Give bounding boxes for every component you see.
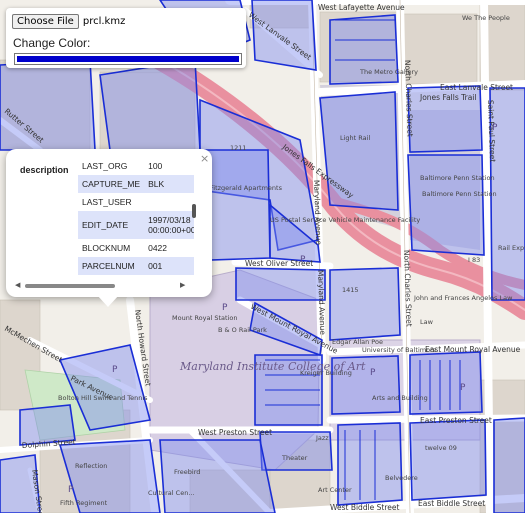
attribute-row: BLOCKNUM 0422 (78, 239, 194, 257)
label-arts-building: Arts and Building (372, 394, 428, 402)
label-we-the-people: We The People (462, 14, 510, 22)
label-east-biddle: East Biddle Street (418, 499, 485, 508)
horizontal-scrollbar[interactable]: ◀ ▶ (15, 281, 187, 291)
close-icon[interactable]: × (200, 152, 209, 165)
scroll-right-icon[interactable]: ▶ (180, 281, 185, 289)
change-color-label: Change Color: (13, 36, 91, 50)
attribute-key: LAST_USER (82, 197, 132, 207)
label-john-francis: John and Frances Angelos Law (413, 294, 513, 302)
attribute-row: LAST_USER (78, 193, 194, 211)
label-mount-royal-station: Mount Royal Station (172, 314, 237, 322)
label-theater: Theater (281, 454, 308, 462)
popup-tip (97, 295, 119, 307)
label-parcel-1211: 1211 (230, 144, 247, 152)
file-input-row: Choose File prcl.kmz (12, 14, 125, 29)
label-west-preston: West Preston Street (198, 428, 272, 437)
attribute-value (144, 193, 194, 211)
label-cultural-center: Cultural Cen... (148, 489, 195, 497)
choose-file-button[interactable]: Choose File (12, 14, 79, 29)
parking-icon: P (300, 255, 306, 265)
label-belvedere: Belvedere (385, 474, 418, 482)
attribute-key: LAST_ORG (82, 161, 128, 171)
label-kreiger: Kreiger Building (300, 369, 352, 377)
attribute-value: 0422 (148, 243, 168, 253)
attribute-value: 1997/03/18 00:00:00+00 (144, 211, 194, 239)
attribute-value: BLK (144, 175, 194, 193)
label-art-center: Art Center (318, 486, 352, 494)
label-edgar-allan-poe: Edgar Allan Poe (332, 338, 383, 346)
label-fifth-regiment: Fifth Regiment (60, 499, 108, 507)
attribute-value: 100 (148, 161, 163, 171)
label-jazz: Jazz (315, 434, 329, 442)
file-name-label: prcl.kmz (82, 16, 126, 27)
label-east-preston: East Preston Street (420, 416, 492, 425)
label-west-lafayette: West Lafayette Avenue (318, 3, 405, 12)
scroll-left-icon[interactable]: ◀ (15, 281, 20, 289)
label-east-mount-royal: East Mount Royal Avenue (425, 345, 521, 354)
label-b-o-rail: B & O Rail Park (218, 326, 267, 334)
attribute-key: CAPTURE_ME (78, 175, 145, 193)
label-i83: I 83 (468, 256, 480, 264)
file-control-panel: Choose File prcl.kmz Change Color: (6, 8, 246, 68)
label-bolton-hill: Bolton Hill Swim and Tennis (58, 394, 148, 402)
parking-icon: P (370, 368, 376, 378)
attribute-row: CAPTURE_ME BLK (78, 175, 194, 193)
label-freebird: Freebird (174, 468, 200, 476)
popup-content[interactable]: description LAST_ORG 100 CAPTURE_ME BLK LAST… (14, 157, 194, 281)
label-west-biddle: West Biddle Street (330, 503, 400, 512)
label-univ-baltimore: University of Baltimore (362, 346, 437, 354)
parking-icon: P (222, 303, 228, 313)
attribute-row: LAST_ORG 100 (78, 157, 194, 175)
label-metro-gallery: The Metro Gallery (359, 68, 418, 76)
label-parcel-1415: 1415 (342, 286, 359, 294)
label-fitzgerald: Fitzgerald Apartments (210, 184, 283, 192)
label-twelve-09: twelve 09 (425, 444, 457, 452)
attribute-value: 001 (144, 257, 194, 275)
attribute-row: EDIT_DATE 1997/03/18 00:00:00+00 (78, 211, 194, 239)
horizontal-scrollbar-thumb[interactable] (25, 284, 115, 288)
label-law: Law (420, 318, 434, 326)
label-penn-station-2: Baltimore Penn Station (422, 190, 497, 198)
label-reflection: Reflection (75, 462, 107, 470)
label-light-rail: Light Rail (340, 134, 370, 142)
attribute-row: PARCELNUM 001 (78, 257, 194, 275)
attribute-key: PARCELNUM (78, 257, 145, 275)
vertical-scrollbar-thumb[interactable] (192, 204, 196, 218)
label-us-postal: US Postal Service Vehicle Maintenance Fa… (270, 216, 420, 224)
label-rail-expy: Rail Expy Lo (498, 244, 525, 252)
color-swatch (17, 56, 239, 62)
label-east-lanvale: East Lanvale Street (440, 83, 513, 92)
description-label: description (20, 165, 69, 175)
attribute-key: EDIT_DATE (78, 211, 145, 239)
label-penn-station: Baltimore Penn Station (420, 174, 495, 182)
label-jones-falls-trail: Jones Falls Trail (419, 93, 476, 102)
attribute-key: BLOCKNUM (82, 243, 131, 253)
attribute-table: LAST_ORG 100 CAPTURE_ME BLK LAST_USER EDIT_DA… (78, 157, 194, 281)
parking-icon: P (492, 123, 498, 133)
parking-icon: P (68, 485, 74, 495)
color-picker[interactable] (14, 53, 242, 65)
parking-icon: P (460, 383, 466, 393)
parking-icon: P (112, 365, 118, 375)
